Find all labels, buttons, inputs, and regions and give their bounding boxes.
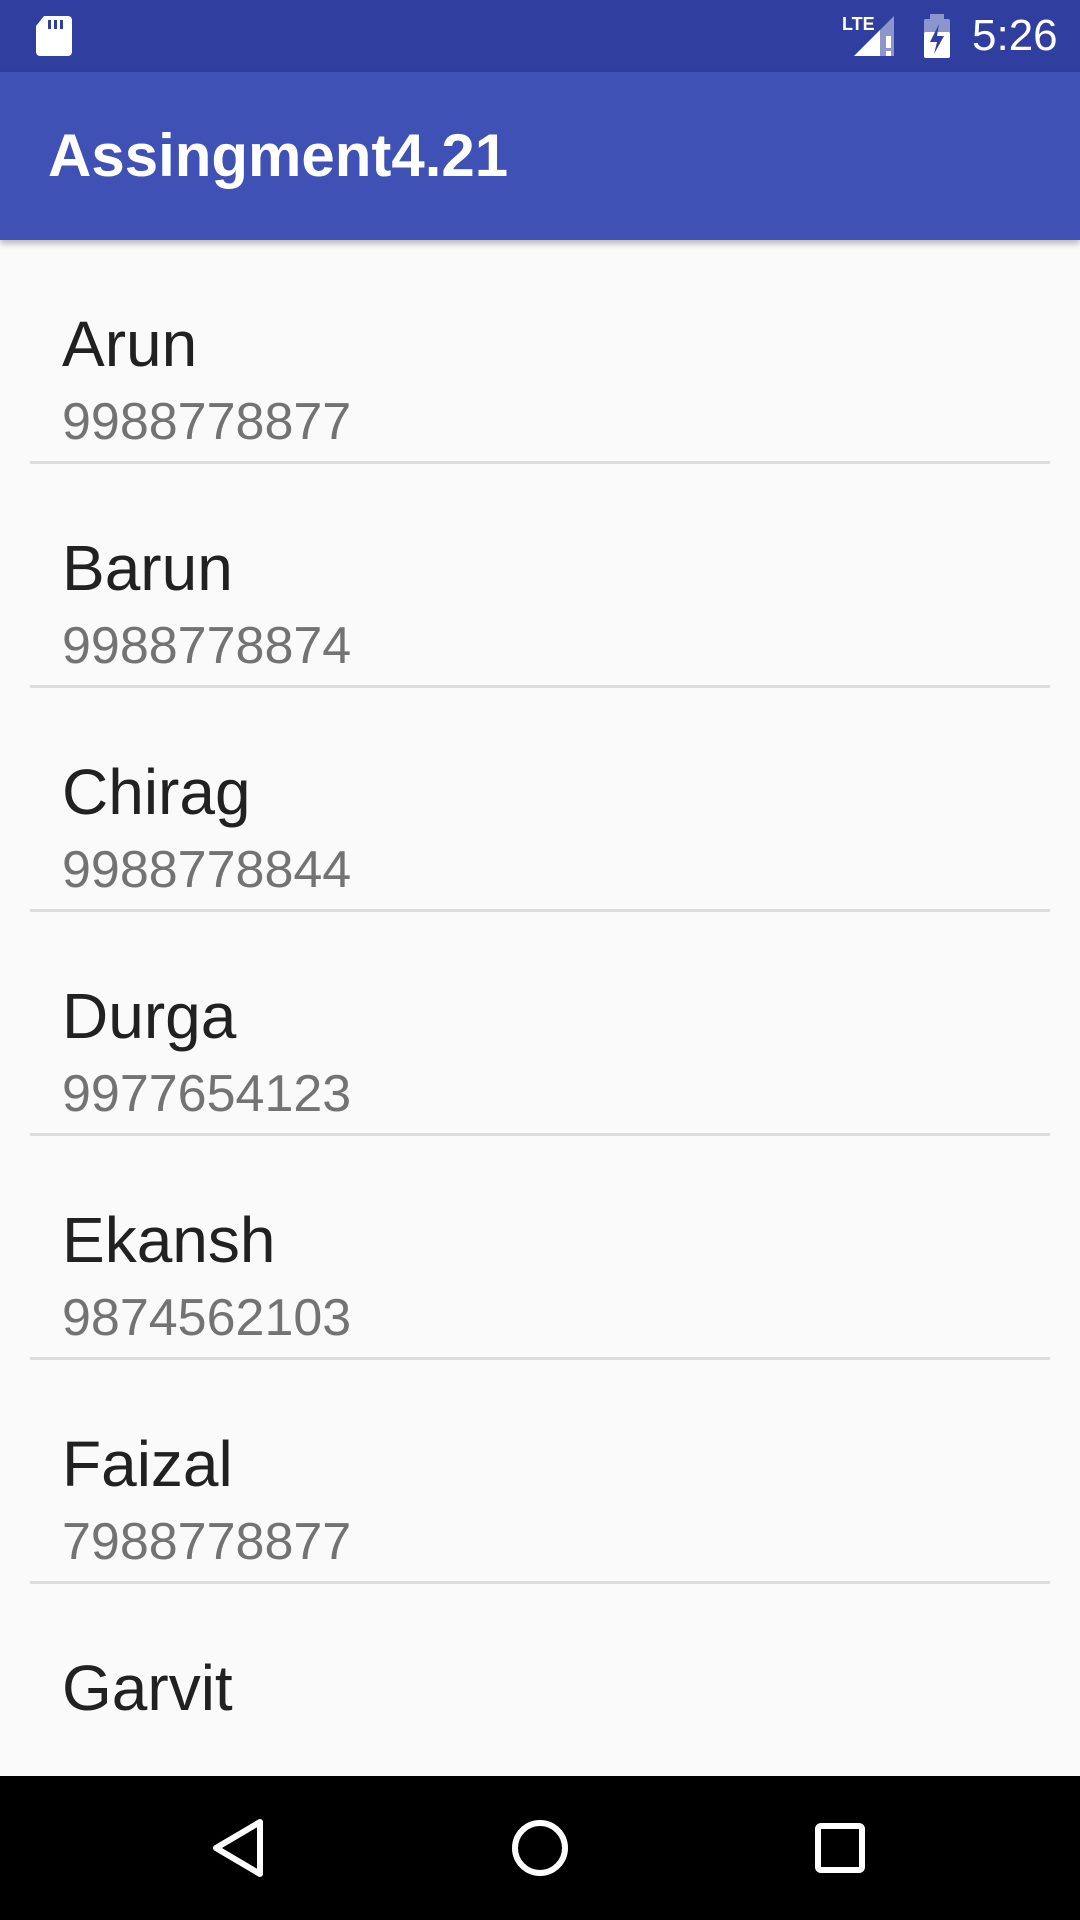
- list-item[interactable]: Faizal 7988778877: [30, 1360, 1050, 1584]
- lte-label: LTE: [842, 14, 875, 34]
- sd-card-icon: [36, 16, 72, 56]
- list-item[interactable]: Durga 9977654123: [30, 912, 1050, 1136]
- contact-name: Faizal: [62, 1428, 233, 1500]
- contact-name: Arun: [62, 308, 198, 380]
- navigation-bar: [0, 1776, 1080, 1920]
- contact-phone: 9988778877: [62, 393, 352, 451]
- contact-name: Garvit: [62, 1652, 233, 1724]
- contact-phone: 9874562103: [62, 1289, 352, 1347]
- list-item[interactable]: Chirag 9988778844: [30, 688, 1050, 912]
- contact-phone: 7988778877: [62, 1513, 352, 1571]
- list-item[interactable]: Barun 9988778874: [30, 464, 1050, 688]
- contact-name: Durga: [62, 980, 237, 1052]
- app-bar: Assingment4.21: [0, 72, 1080, 240]
- app-title: Assingment4.21: [48, 122, 509, 189]
- contact-name: Chirag: [62, 756, 251, 828]
- home-icon[interactable]: [504, 1812, 576, 1884]
- contact-phone: 9988778844: [62, 841, 352, 899]
- status-time: 5:26: [972, 11, 1058, 60]
- contact-list[interactable]: Arun 9988778877 Barun 9988778874 Chirag …: [0, 240, 1080, 1776]
- list-item[interactable]: Garvit: [30, 1584, 1050, 1776]
- contact-name: Barun: [62, 532, 233, 604]
- recents-icon[interactable]: [804, 1812, 876, 1884]
- battery-charging-icon: [924, 14, 950, 58]
- back-icon[interactable]: [204, 1812, 276, 1884]
- list-item[interactable]: Ekansh 9874562103: [30, 1136, 1050, 1360]
- contact-name: Ekansh: [62, 1204, 276, 1276]
- list-item[interactable]: Arun 9988778877: [30, 240, 1050, 464]
- status-bar: LTE 5:26: [0, 0, 1080, 72]
- lte-signal-icon: LTE: [842, 14, 894, 56]
- contact-phone: 9988778874: [62, 617, 352, 675]
- contact-phone: 9977654123: [62, 1065, 352, 1123]
